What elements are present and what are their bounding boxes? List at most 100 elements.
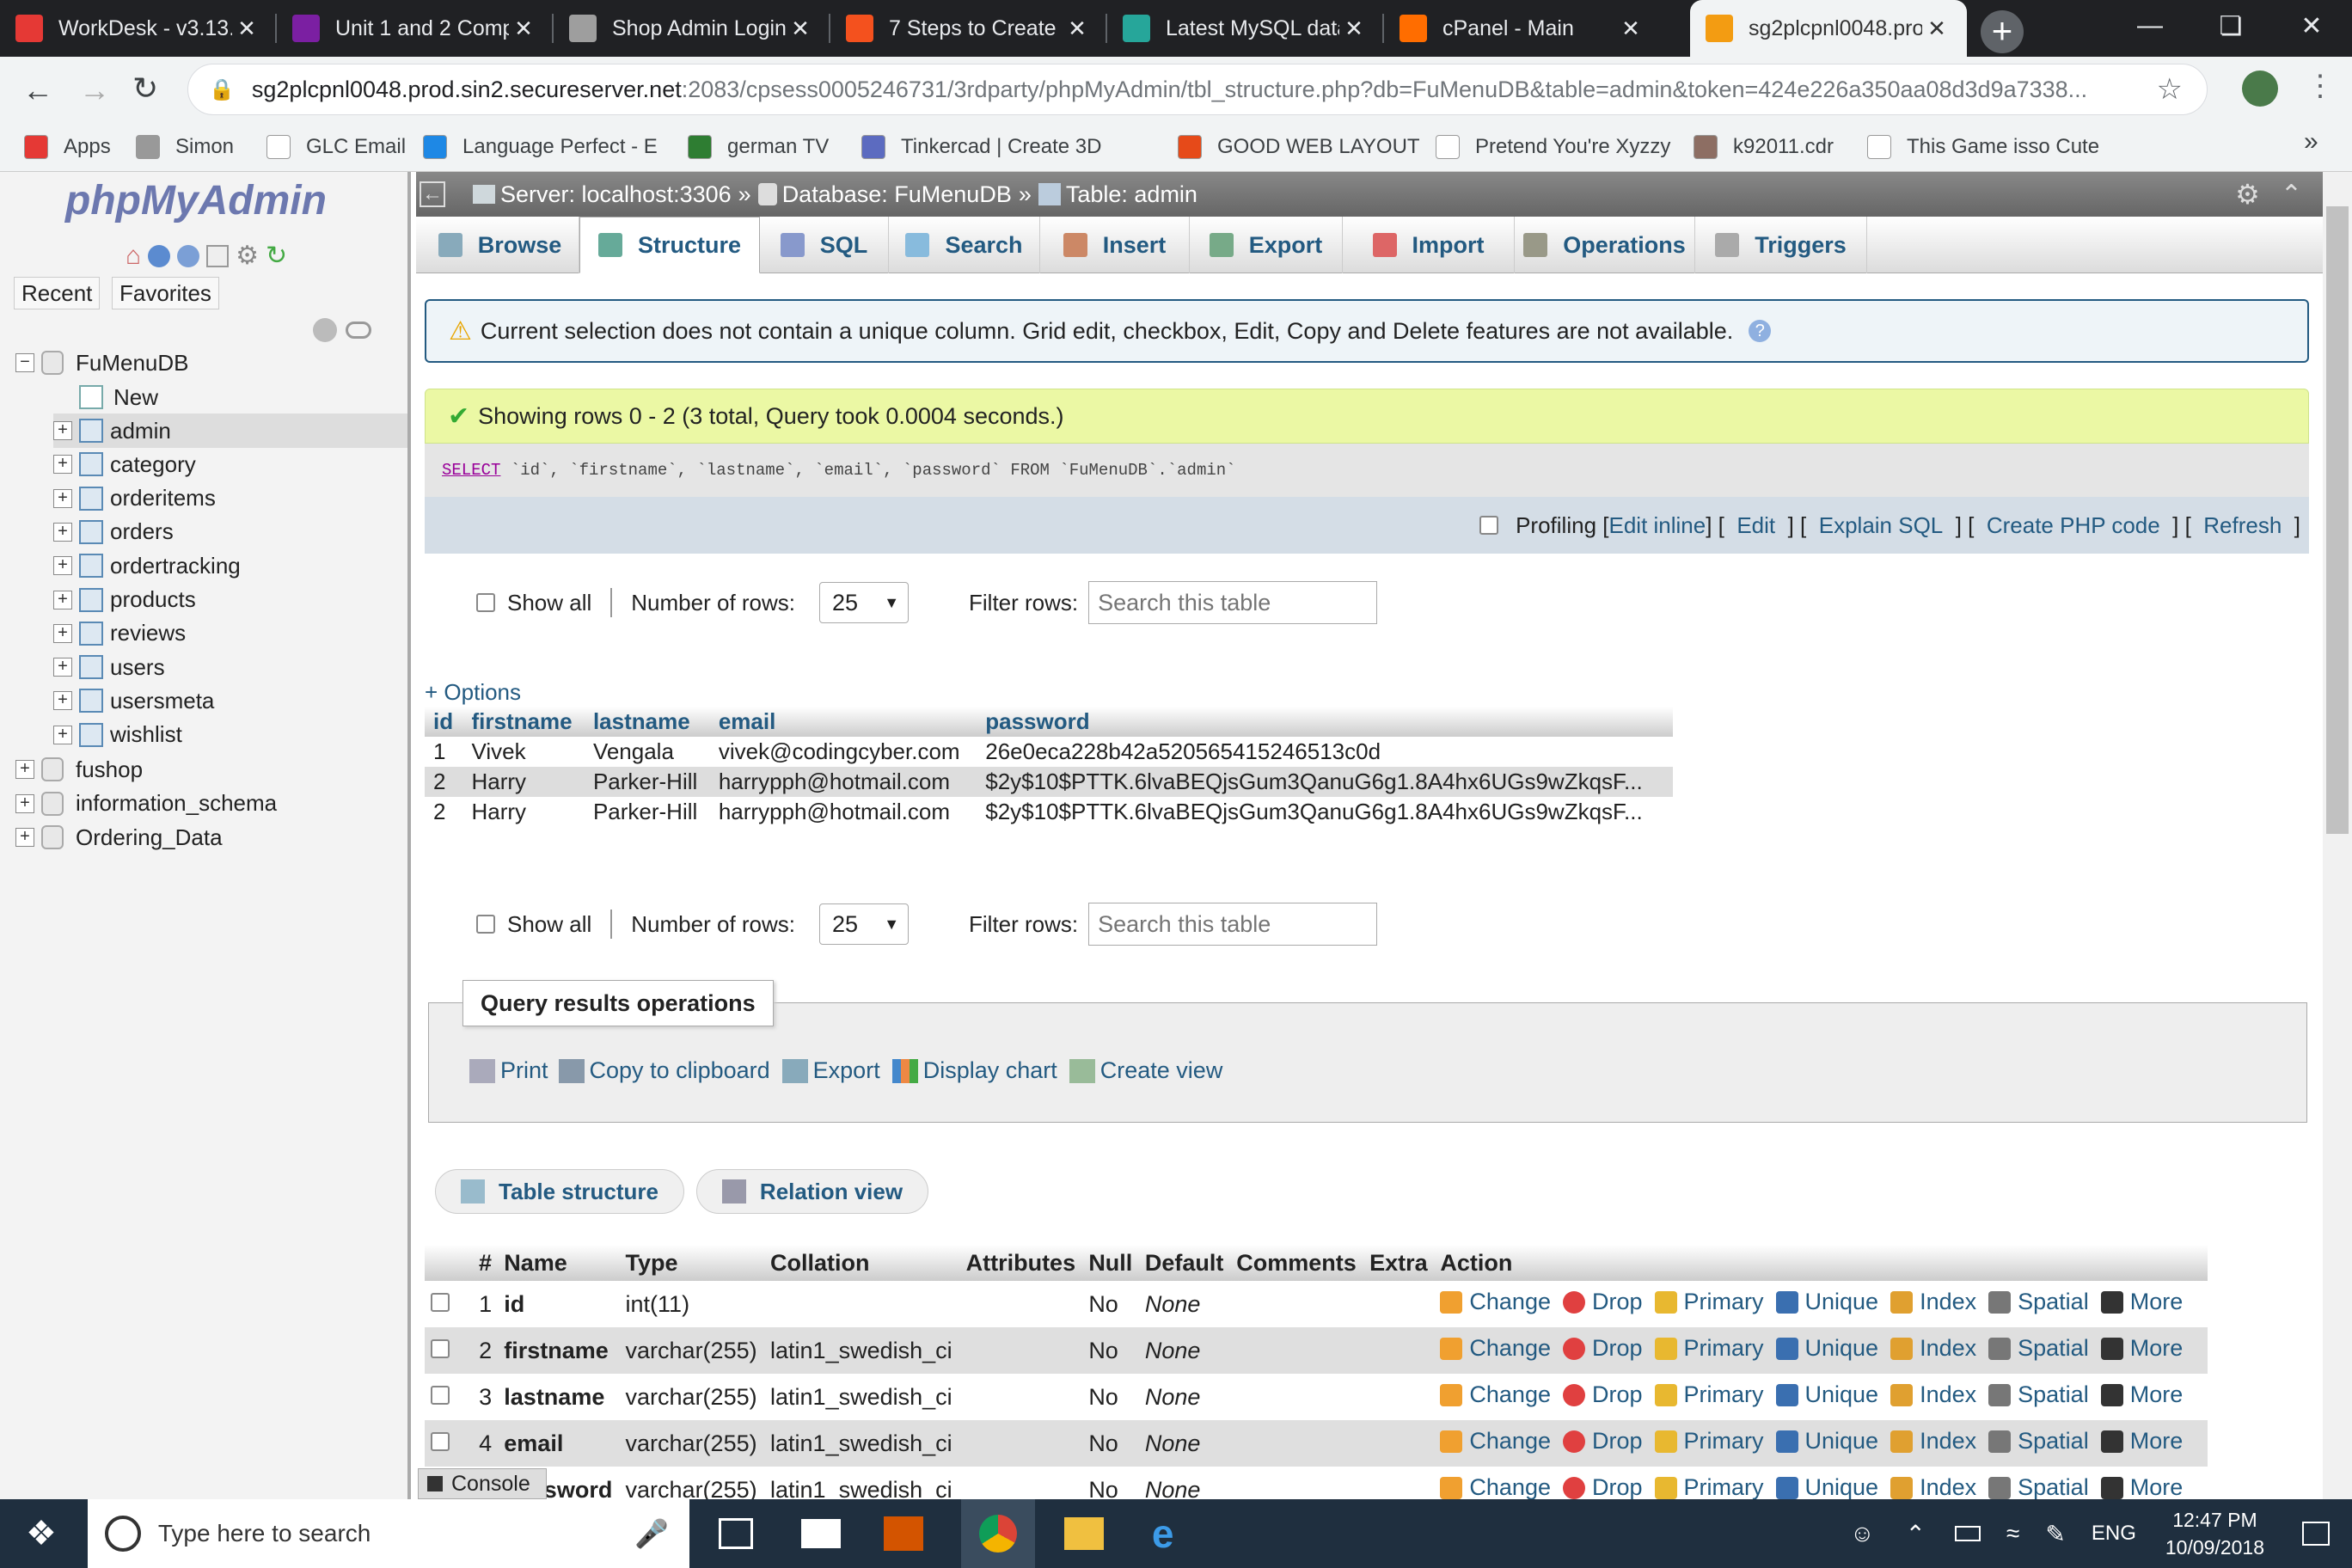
tab-sql[interactable]: SQL (760, 217, 889, 273)
filter-rows-input[interactable]: Search this table (1088, 903, 1378, 946)
rows-per-page-select[interactable]: 25 ▼ (819, 903, 910, 945)
create-php-code-link[interactable]: Create PHP code (1987, 512, 2160, 539)
console-tab[interactable]: Console (418, 1468, 547, 1499)
index-action[interactable]: Index (1890, 1428, 1976, 1455)
language-indicator[interactable]: ENG (2092, 1522, 2136, 1546)
tree-item-ordertracking[interactable]: + ordertracking (53, 548, 241, 583)
phpmyadmin-logo[interactable]: phpMyAdmin (65, 177, 327, 224)
browser-tab[interactable]: Unit 1 and 2 Comp ✕ (277, 0, 554, 57)
minimize-button[interactable]: — (2110, 0, 2190, 52)
tree-item-category[interactable]: + category (53, 447, 196, 481)
chrome-app-icon[interactable] (960, 1499, 1035, 1568)
column-header-id[interactable]: id (425, 707, 463, 737)
battery-icon[interactable] (1955, 1526, 1981, 1541)
expand-icon[interactable]: + (15, 760, 34, 779)
expand-icon[interactable]: + (53, 691, 72, 711)
browser-tab[interactable]: cPanel - Main ✕ (1384, 0, 1661, 57)
tree-item-wishlist[interactable]: + wishlist (53, 718, 182, 752)
index-action[interactable]: Index (1890, 1474, 1976, 1501)
help-icon[interactable] (177, 244, 200, 267)
home-icon[interactable]: ⌂ (126, 242, 141, 271)
tree-item-admin[interactable]: + admin (53, 413, 407, 448)
create-view-link[interactable]: Create view (1100, 1057, 1223, 1084)
tab-close-icon[interactable]: ✕ (1616, 15, 1645, 42)
unique-action[interactable]: Unique (1775, 1474, 1878, 1501)
logout-icon[interactable] (148, 244, 171, 267)
row-checkbox[interactable] (431, 1385, 450, 1405)
browser-tab[interactable]: sg2plcpnl0048.pro ✕ (1690, 0, 1967, 57)
expand-icon[interactable]: + (15, 793, 34, 813)
breadcrumb-server[interactable]: Server: localhost:3306 (500, 181, 732, 208)
tree-item-orderitems[interactable]: + orderitems (53, 481, 216, 516)
explain-sql-link[interactable]: Explain SQL (1819, 512, 1944, 539)
primary-action[interactable]: Primary (1654, 1428, 1764, 1455)
tab-close-icon[interactable]: ✕ (1339, 15, 1369, 42)
settings-icon[interactable]: ⚙ (236, 241, 259, 271)
drop-action[interactable]: Drop (1562, 1474, 1643, 1501)
collapse-panel-icon[interactable]: ← (420, 181, 445, 207)
bookmark-item[interactable]: Pretend You're Xyzzy (1436, 122, 1670, 172)
windows-start-icon[interactable]: ❖ (26, 1514, 57, 1553)
link-icon[interactable] (346, 322, 371, 339)
more-action[interactable]: More (2100, 1289, 2183, 1315)
back-icon[interactable]: ← (22, 72, 53, 108)
display-chart-link[interactable]: Display chart (923, 1057, 1057, 1084)
bookmark-item[interactable]: Tinkercad | Create 3D (861, 122, 1101, 172)
unique-action[interactable]: Unique (1775, 1289, 1878, 1315)
show-all-checkbox[interactable] (476, 593, 495, 612)
browser-tab[interactable]: 7 Steps to Create S ✕ (830, 0, 1107, 57)
bookmark-item[interactable]: Language Perfect - E (423, 122, 658, 172)
drop-action[interactable]: Drop (1562, 1335, 1643, 1362)
primary-action[interactable]: Primary (1654, 1335, 1764, 1362)
relation-view-button[interactable]: Relation view (696, 1169, 928, 1214)
clock[interactable]: 12:47 PM 10/09/2018 (2165, 1506, 2264, 1561)
collapse-all-icon[interactable] (313, 318, 337, 342)
chrome-menu-icon[interactable]: ⋮ (2306, 69, 2335, 103)
task-view-icon[interactable] (718, 1518, 753, 1549)
column-header-password[interactable]: password (977, 707, 1673, 737)
browser-tab[interactable]: WorkDesk - v3.13. ✕ (0, 0, 277, 57)
expand-icon[interactable]: + (53, 522, 72, 542)
bookmark-item[interactable]: GLC Email (266, 122, 406, 172)
rows-per-page-select[interactable]: 25 ▼ (819, 582, 910, 623)
row-checkbox[interactable] (431, 1292, 450, 1312)
tab-insert[interactable]: Insert (1040, 217, 1190, 273)
expand-icon[interactable]: + (53, 455, 72, 475)
print-link[interactable]: Print (500, 1057, 548, 1084)
restore-button[interactable]: ❏ (2190, 0, 2271, 52)
docs-icon[interactable] (206, 244, 230, 267)
expand-icon[interactable]: + (53, 658, 72, 677)
profile-avatar[interactable] (2242, 70, 2278, 107)
bookmark-item[interactable]: This Game isso Cute (1867, 122, 2099, 172)
tree-item-fumenudb[interactable]: − FuMenuDB (15, 346, 189, 380)
drop-action[interactable]: Drop (1562, 1289, 1643, 1315)
bookmark-item[interactable]: Simon (136, 122, 234, 172)
bookmark-item[interactable]: k92011.cdr (1694, 122, 1834, 172)
browser-tab[interactable]: Shop Admin Login ✕ (554, 0, 830, 57)
scroll-top-icon[interactable]: ⌃ (2281, 180, 2302, 210)
more-action[interactable]: More (2100, 1474, 2183, 1501)
show-hidden-icons[interactable]: ⌃ (1906, 1520, 1926, 1548)
settings-gear-icon[interactable]: ⚙ (2235, 178, 2260, 211)
show-all-checkbox[interactable] (476, 915, 495, 934)
tree-item-information-schema[interactable]: + information_schema (15, 787, 277, 821)
refresh-link[interactable]: Refresh (2203, 512, 2282, 539)
tab-operations[interactable]: Operations (1515, 217, 1695, 273)
forward-icon[interactable]: → (79, 72, 110, 108)
drop-action[interactable]: Drop (1562, 1428, 1643, 1455)
page-scrollbar[interactable] (2323, 172, 2352, 1499)
edit-link[interactable]: Edit (1736, 512, 1775, 539)
tree-item-usersmeta[interactable]: + usersmeta (53, 683, 214, 718)
index-action[interactable]: Index (1890, 1289, 1976, 1315)
copy-to-clipboard-link[interactable]: Copy to clipboard (590, 1057, 770, 1084)
bookmark-item[interactable]: GOOD WEB LAYOUT (1178, 122, 1420, 172)
url-bar[interactable]: 🔒 sg2plcpnl0048.prod.sin2.secureserver.n… (187, 64, 2208, 115)
reload-nav-icon[interactable]: ↻ (266, 241, 287, 271)
tab-close-icon[interactable]: ✕ (786, 15, 815, 42)
mail-app-icon[interactable] (800, 1519, 841, 1548)
tab-close-icon[interactable]: ✕ (1922, 15, 1951, 42)
tab-export[interactable]: Export (1190, 217, 1343, 273)
tab-close-icon[interactable]: ✕ (1063, 15, 1092, 42)
bookmark-star-icon[interactable]: ☆ (2157, 72, 2183, 107)
spatial-action[interactable]: Spatial (1988, 1289, 2089, 1315)
